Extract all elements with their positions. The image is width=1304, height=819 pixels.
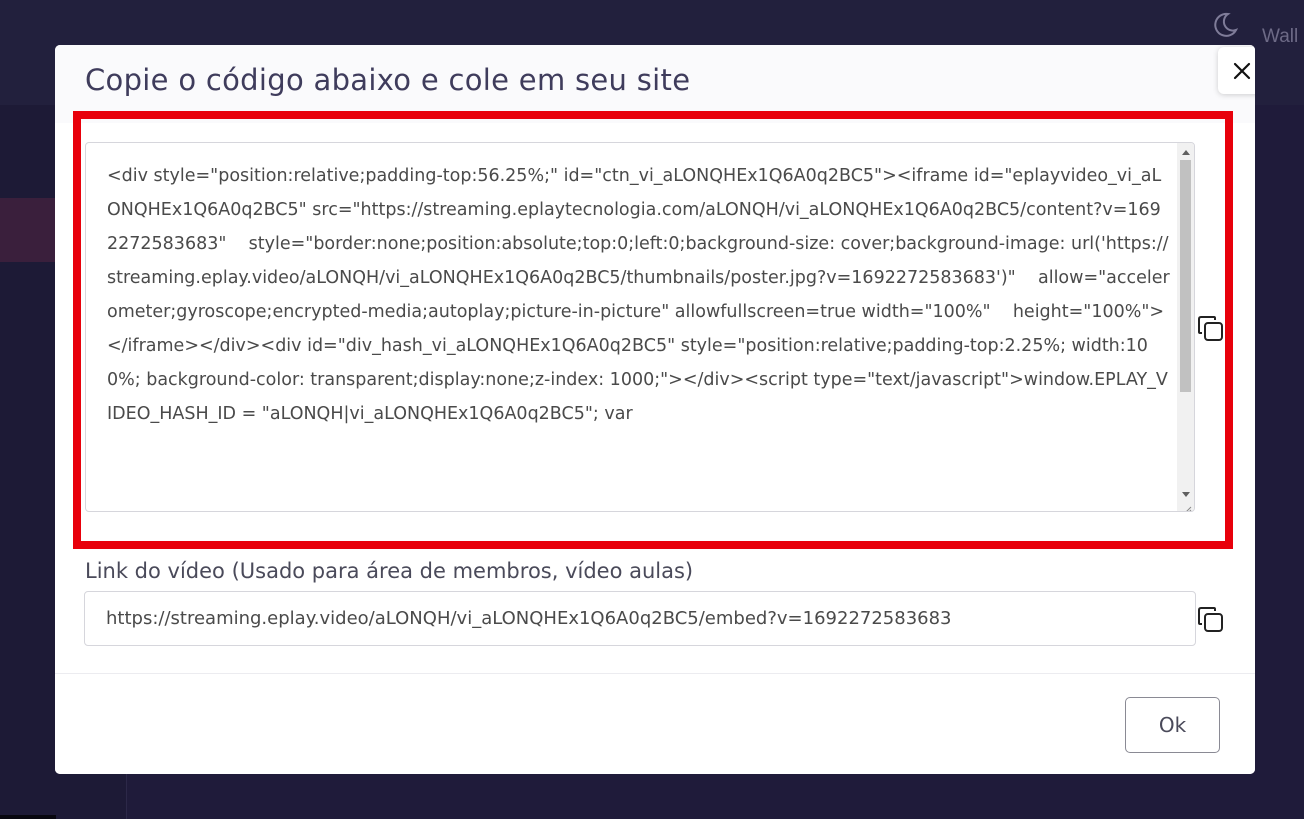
- close-icon: [1233, 62, 1251, 79]
- embed-code-text[interactable]: <div style="position:relative;padding-to…: [107, 159, 1171, 431]
- scroll-up-icon[interactable]: [1177, 143, 1194, 160]
- resize-grip-icon[interactable]: [1182, 499, 1192, 511]
- close-button[interactable]: [1218, 47, 1255, 94]
- modal-title: Copie o código abaixo e cole em seu site: [85, 63, 691, 97]
- textarea-scrollbar[interactable]: [1177, 143, 1194, 511]
- video-link-input[interactable]: [84, 591, 1196, 646]
- user-name[interactable]: Wall: [1262, 26, 1298, 48]
- copy-icon: [1198, 316, 1223, 341]
- background-bottom-strip: [0, 815, 56, 819]
- modal-footer: Ok: [55, 673, 1255, 774]
- embed-code-textarea[interactable]: <div style="position:relative;padding-to…: [85, 142, 1195, 512]
- sidebar-active-item: [0, 198, 56, 262]
- copy-link-button[interactable]: [1196, 605, 1226, 635]
- embed-code-modal: Copie o código abaixo e cole em seu site…: [55, 45, 1255, 774]
- ok-button[interactable]: Ok: [1125, 697, 1220, 753]
- moon-icon[interactable]: [1210, 10, 1240, 40]
- video-link-label: Link do vídeo (Usado para área de membro…: [85, 559, 694, 583]
- scroll-thumb[interactable]: [1180, 160, 1191, 392]
- copy-icon: [1198, 607, 1223, 632]
- copy-code-button[interactable]: [1196, 314, 1226, 344]
